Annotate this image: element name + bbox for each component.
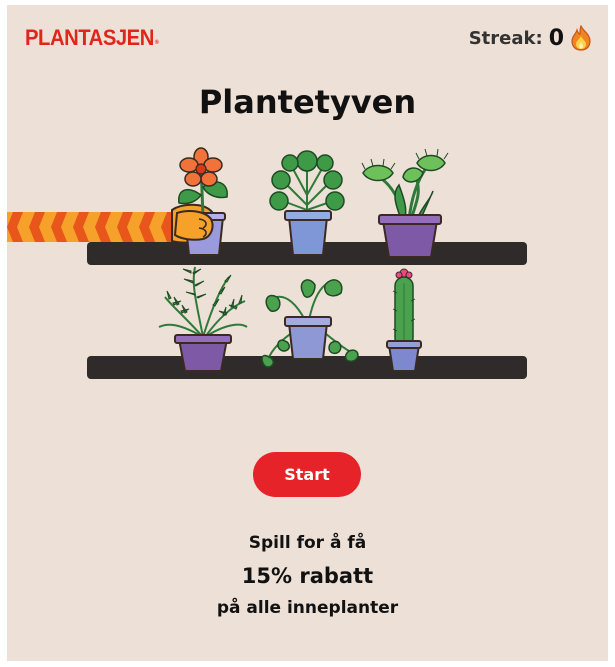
pilea-plant[interactable] [269, 150, 345, 256]
cactus-plant[interactable] [386, 268, 422, 372]
promo-discount: 15% rabatt [241, 564, 374, 588]
promo-line1: Spill for å få [248, 533, 367, 553]
promo-line3: på alle inneplanter [216, 598, 399, 618]
pothos-plant[interactable] [261, 279, 359, 368]
game-frame: PLANTASJEN® Streak: 0 Plantetyven Start … [7, 5, 608, 661]
venus-flytrap-plant[interactable] [361, 148, 449, 258]
shelf-scene [7, 147, 527, 379]
start-button[interactable]: Start [253, 452, 361, 497]
fern-plant[interactable] [158, 266, 248, 372]
